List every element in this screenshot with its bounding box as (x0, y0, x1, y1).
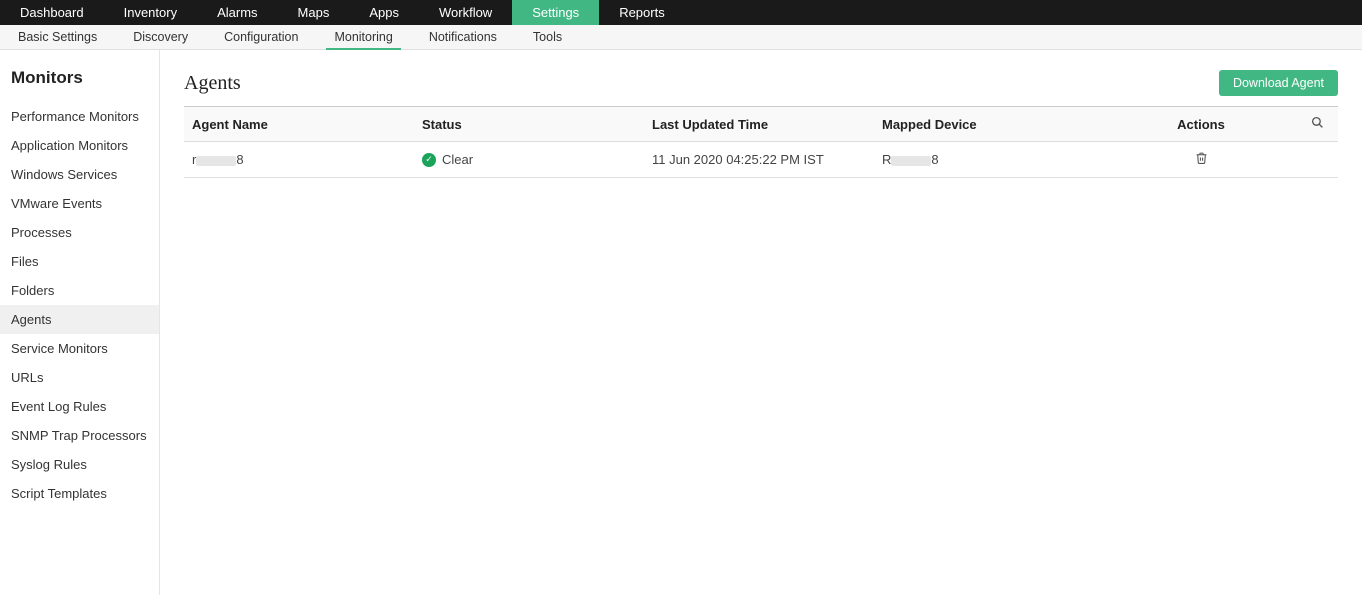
agents-table: Agent Name Status Last Updated Time Mapp… (184, 107, 1338, 178)
sidebar-item-folders[interactable]: Folders (0, 276, 159, 305)
sidebar-item-files[interactable]: Files (0, 247, 159, 276)
sidebar-item-service-monitors[interactable]: Service Monitors (0, 334, 159, 363)
sidebar-item-application-monitors[interactable]: Application Monitors (0, 131, 159, 160)
sidebar-item-syslog-rules[interactable]: Syslog Rules (0, 450, 159, 479)
sidebar-item-performance-monitors[interactable]: Performance Monitors (0, 102, 159, 131)
sidebar-item-event-log-rules[interactable]: Event Log Rules (0, 392, 159, 421)
col-status[interactable]: Status (414, 107, 644, 142)
page-title: Agents (184, 72, 241, 95)
sidebar-item-script-templates[interactable]: Script Templates (0, 479, 159, 508)
sidebar-item-snmp-trap-processors[interactable]: SNMP Trap Processors (0, 421, 159, 450)
sidebar-item-urls[interactable]: URLs (0, 363, 159, 392)
layout: Monitors Performance Monitors Applicatio… (0, 50, 1362, 595)
sidebar: Monitors Performance Monitors Applicatio… (0, 50, 160, 595)
nav-inventory[interactable]: Inventory (104, 0, 197, 25)
subnav-discovery[interactable]: Discovery (115, 25, 206, 49)
download-agent-button[interactable]: Download Agent (1219, 70, 1338, 96)
mapped-device-suffix: 8 (931, 152, 938, 167)
subnav-tools[interactable]: Tools (515, 25, 580, 49)
nav-apps[interactable]: Apps (349, 0, 419, 25)
subnav-notifications[interactable]: Notifications (411, 25, 515, 49)
subnav-monitoring[interactable]: Monitoring (316, 25, 410, 49)
sidebar-item-processes[interactable]: Processes (0, 218, 159, 247)
nav-settings[interactable]: Settings (512, 0, 599, 25)
page-header: Agents Download Agent (184, 70, 1338, 107)
mapped-device-prefix: R (882, 152, 891, 167)
table-header-row: Agent Name Status Last Updated Time Mapp… (184, 107, 1338, 142)
agent-name-suffix: 8 (236, 152, 243, 167)
cell-status: ✓ Clear (414, 142, 644, 178)
col-search[interactable] (1298, 107, 1338, 142)
nav-workflow[interactable]: Workflow (419, 0, 512, 25)
subnav-configuration[interactable]: Configuration (206, 25, 316, 49)
col-agent-name[interactable]: Agent Name (184, 107, 414, 142)
search-icon[interactable] (1311, 117, 1324, 132)
main-content: Agents Download Agent Agent Name Status … (160, 50, 1362, 595)
table-row[interactable]: r 8 ✓ Clear 11 Jun 2020 04:25:22 PM IST … (184, 142, 1338, 178)
redacted-text (891, 156, 931, 166)
nav-dashboard[interactable]: Dashboard (0, 0, 104, 25)
nav-maps[interactable]: Maps (278, 0, 350, 25)
col-last-updated[interactable]: Last Updated Time (644, 107, 874, 142)
col-actions: Actions (1104, 107, 1298, 142)
cell-spacer (1298, 142, 1338, 178)
nav-alarms[interactable]: Alarms (197, 0, 277, 25)
status-clear-icon: ✓ (422, 153, 436, 167)
nav-reports[interactable]: Reports (599, 0, 685, 25)
cell-actions (1104, 142, 1298, 178)
subnav-basic-settings[interactable]: Basic Settings (0, 25, 115, 49)
redacted-text (196, 156, 236, 166)
col-mapped-device[interactable]: Mapped Device (874, 107, 1104, 142)
status-text: Clear (442, 152, 473, 167)
top-nav: Dashboard Inventory Alarms Maps Apps Wor… (0, 0, 1362, 25)
sidebar-item-windows-services[interactable]: Windows Services (0, 160, 159, 189)
sidebar-title: Monitors (11, 68, 159, 88)
cell-agent-name: r 8 (184, 142, 414, 178)
cell-last-updated: 11 Jun 2020 04:25:22 PM IST (644, 142, 874, 178)
cell-mapped-device: R 8 (874, 142, 1104, 178)
sidebar-item-vmware-events[interactable]: VMware Events (0, 189, 159, 218)
delete-icon[interactable] (1195, 153, 1208, 168)
sidebar-item-agents[interactable]: Agents (0, 305, 159, 334)
sub-nav: Basic Settings Discovery Configuration M… (0, 25, 1362, 50)
